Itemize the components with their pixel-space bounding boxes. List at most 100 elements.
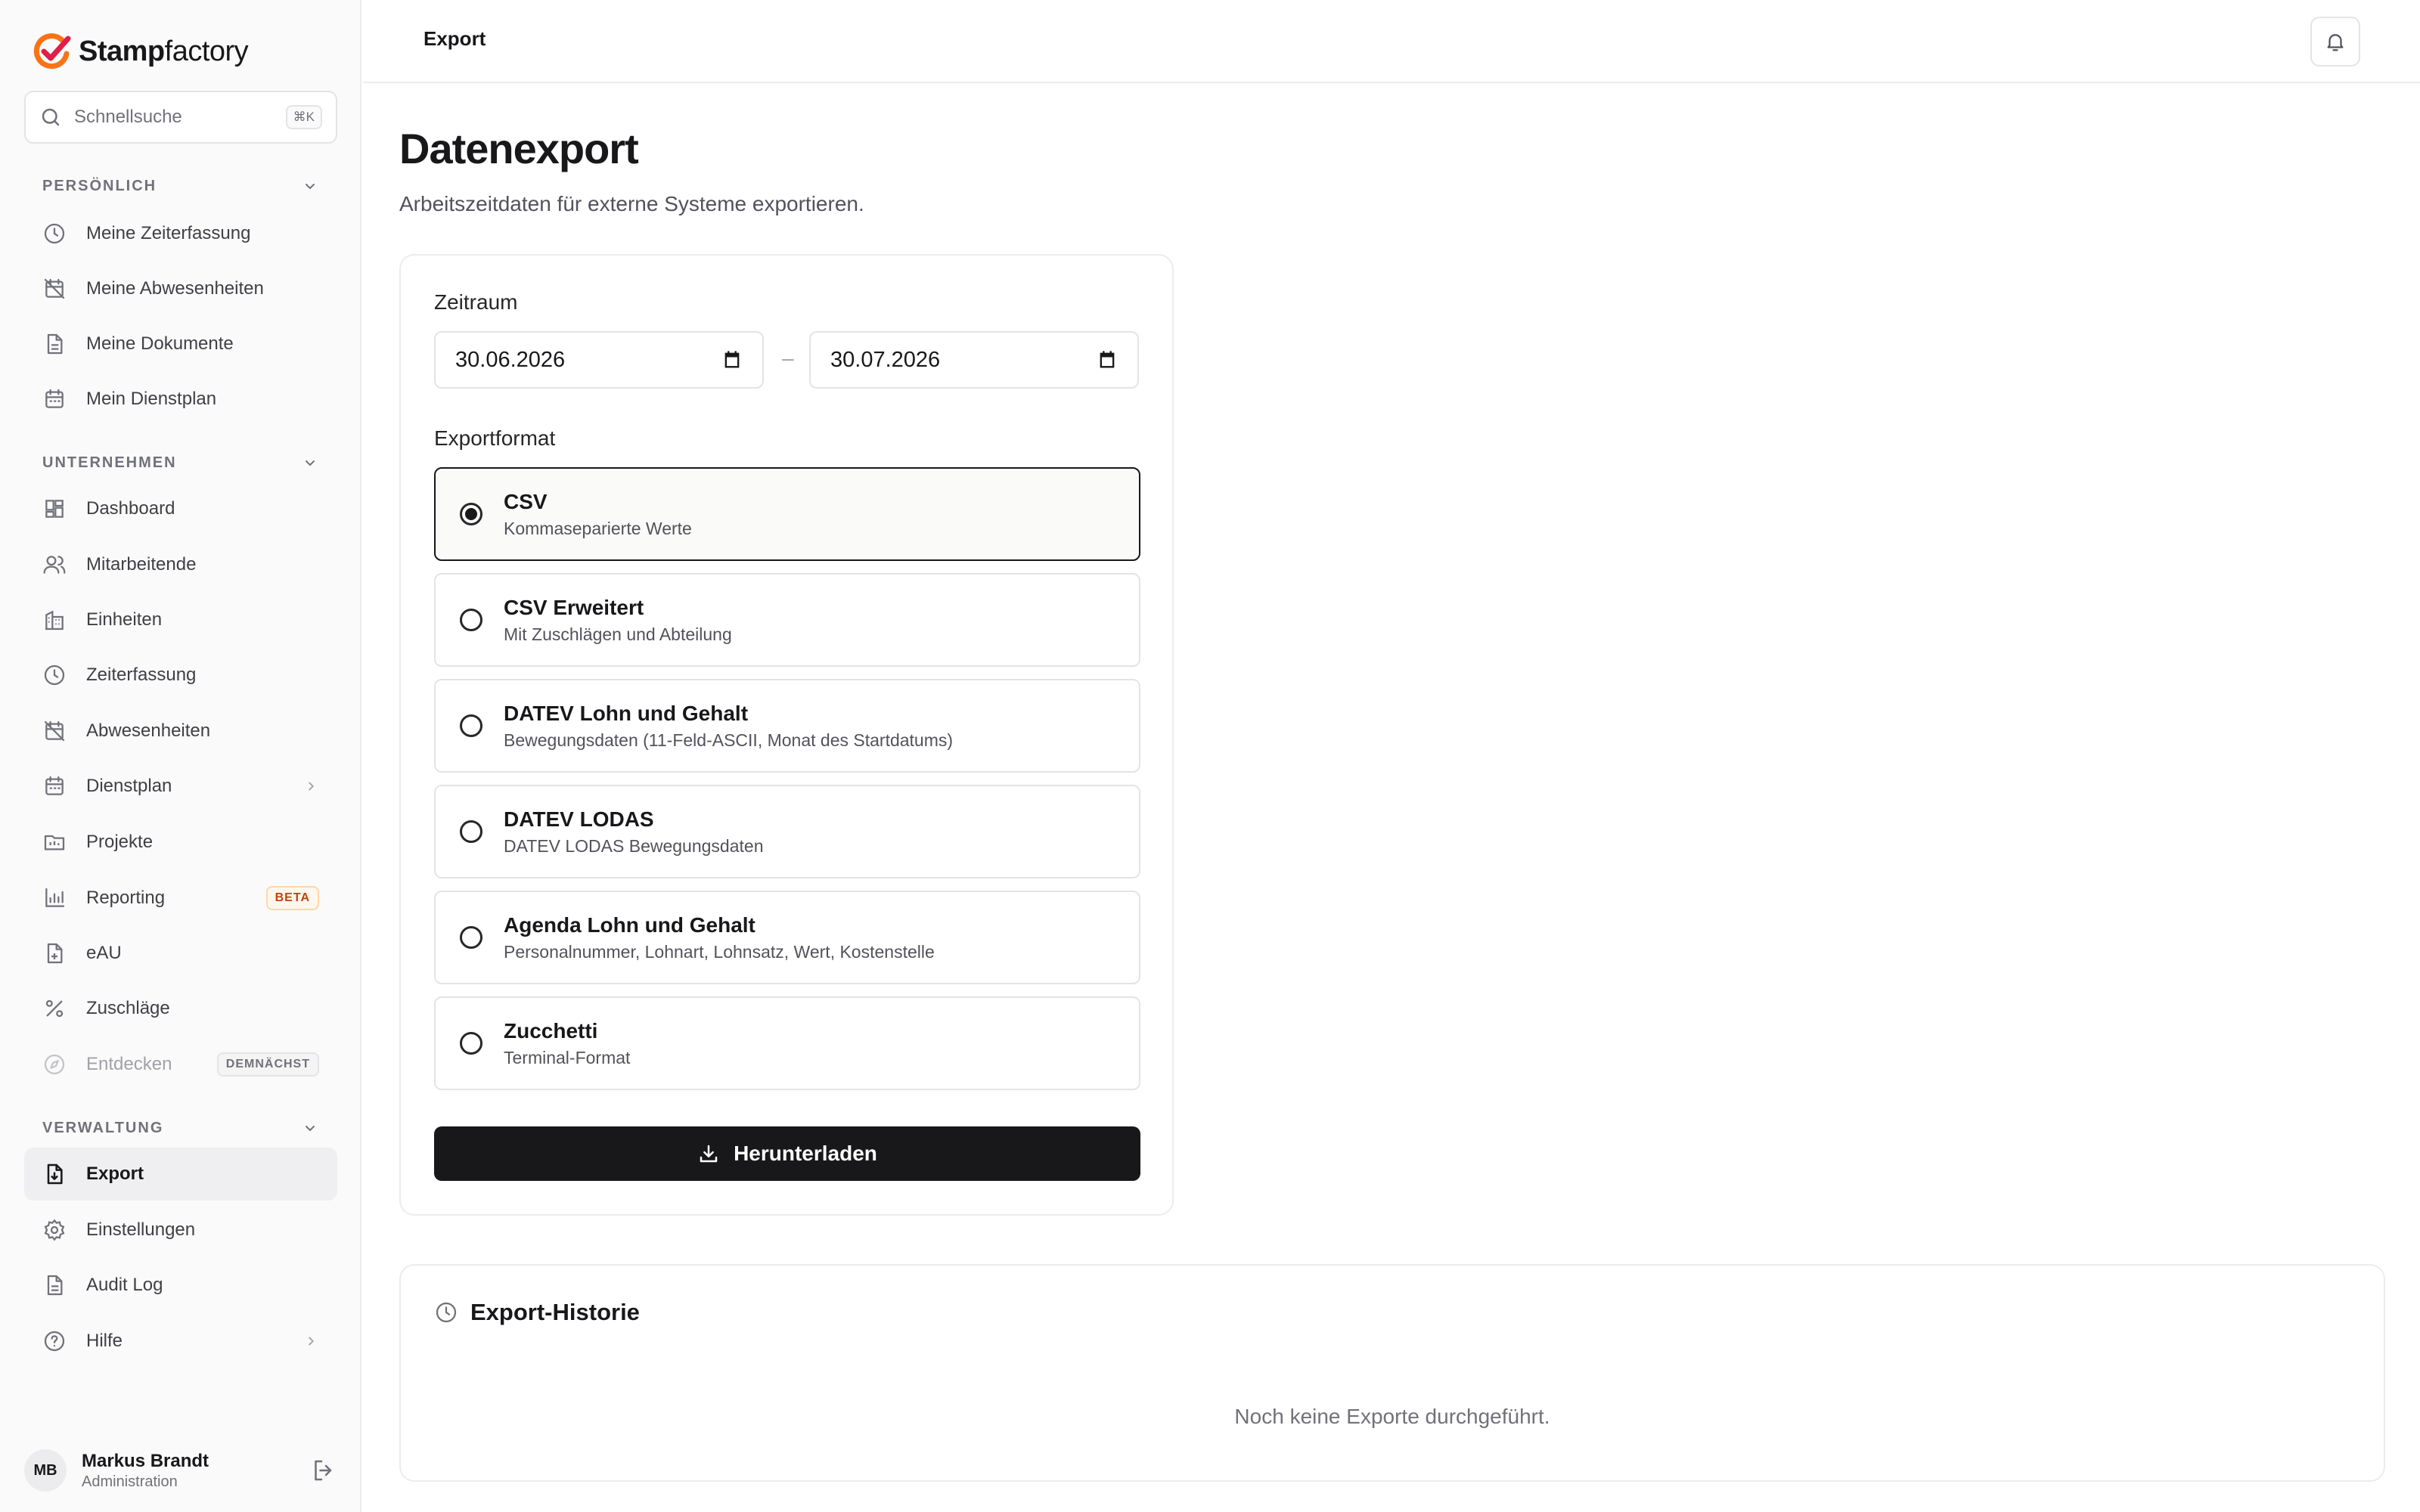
format-label: Exportformat [434,426,556,450]
sidebar-item-eau[interactable]: eAU [24,927,337,980]
radio-button[interactable] [460,926,482,949]
sidebar-item-meine-abwesenheiten[interactable]: Meine Abwesenheiten [24,262,337,315]
document-icon [47,333,63,355]
format-description: Mit Zuschlägen und Abteilung [504,624,732,644]
search-placeholder: Schnellsuche [74,107,182,127]
radio-button[interactable] [460,820,482,843]
section-header-admin[interactable]: VERWALTUNG [42,1117,319,1139]
sidebar-item-zeiterfassung[interactable]: Zeiterfassung [24,649,337,702]
brand-name: Stampfactory [79,35,249,67]
topbar: Export [363,0,2420,83]
calendar-icon[interactable] [721,349,743,370]
chevron-down-icon [306,460,315,466]
sidebar-item-entdecken[interactable]: Entdecken DEMNÄCHST [24,1038,337,1091]
chevron-right-icon [309,1337,315,1346]
clock-icon [436,1302,457,1323]
format-option-csv-erweitert[interactable]: CSV Erweitert Mit Zuschlägen und Abteilu… [434,573,1140,667]
format-description: Personalnummer, Lohnart, Lohnsatz, Wert,… [504,941,935,962]
bar-chart-icon [45,888,65,907]
chevron-down-icon [306,1126,315,1132]
calendar-off-icon [44,720,65,742]
download-icon [700,1145,718,1163]
sidebar-item-reporting[interactable]: Reporting BETA [24,872,337,925]
sidebar-item-hilfe[interactable]: Hilfe [24,1315,337,1368]
notifications-button[interactable] [2310,17,2360,67]
folder-icon [44,835,65,850]
page-title: Datenexport [399,125,639,172]
calendar-icon [45,776,64,795]
radio-button[interactable] [460,503,482,525]
stampfactory-logo-icon [33,33,71,70]
format-option-datev-lodas[interactable]: DATEV LODAS DATEV LODAS Bewegungsdaten [434,785,1140,878]
period-label: Zeitraum [434,290,518,314]
chevron-down-icon [306,184,315,190]
sidebar-item-dienstplan[interactable]: Dienstplan [24,760,337,813]
sidebar-item-zuschlaege[interactable]: Zuschläge [24,982,337,1035]
date-range-separator: – [782,346,794,370]
logout-icon[interactable] [310,1457,337,1484]
format-title: CSV Erweitert [504,595,644,619]
search-icon [42,108,60,126]
sidebar-item-einstellungen[interactable]: Einstellungen [24,1204,337,1256]
user-profile: MB Markus Brandt Administration [24,1444,337,1497]
format-option-zucchetti[interactable]: Zucchetti Terminal-Format [434,996,1140,1090]
coming-soon-badge: DEMNÄCHST [216,1052,319,1077]
users-icon [43,556,66,574]
document-icon [47,1275,63,1296]
sidebar-item-abwesenheiten[interactable]: Abwesenheiten [24,705,337,758]
quick-search-input[interactable]: Schnellsuche ⌘K [24,91,337,144]
compass-icon [44,1054,65,1075]
export-history-header: Export-Historie [434,1299,640,1326]
radio-button[interactable] [460,1032,482,1055]
format-title: DATEV Lohn und Gehalt [504,701,749,725]
format-title: CSV [504,489,548,513]
section-header-company[interactable]: UNTERNEHMEN [42,451,319,474]
export-history-empty-state: Noch keine Exporte durchgeführt. [1234,1405,1550,1428]
clock-icon [44,665,65,686]
format-description: Kommaseparierte Werte [504,518,692,538]
calendar-icon [45,389,64,408]
clock-icon [44,223,65,244]
date-from-input[interactable]: 30.06.2026 [434,331,764,389]
radio-button[interactable] [460,714,482,737]
format-description: DATEV LODAS Bewegungsdaten [504,835,764,856]
radio-selected-dot [465,508,477,520]
format-title: Zucchetti [504,1018,598,1043]
beta-badge: BETA [265,886,319,910]
sidebar-item-audit-log[interactable]: Audit Log [24,1259,337,1312]
dashboard-icon [45,500,64,518]
file-medical-icon [47,943,63,964]
brand-logo[interactable]: Stampfactory [32,30,249,73]
percent-icon [45,999,64,1018]
date-to-input[interactable]: 30.07.2026 [809,331,1139,389]
sidebar-item-mitarbeitende[interactable]: Mitarbeitende [24,538,337,591]
sidebar-item-meine-dokumente[interactable]: Meine Dokumente [24,318,337,370]
export-history-card: Export-Historie Noch keine Exporte durch… [399,1264,2385,1482]
format-option-agenda[interactable]: Agenda Lohn und Gehalt Personalnummer, L… [434,891,1140,984]
avatar[interactable]: MB [24,1449,67,1492]
building-icon [45,610,64,631]
section-header-personal[interactable]: PERSÖNLICH [42,175,319,197]
calendar-off-icon [44,278,65,299]
sidebar-item-export[interactable]: Export [24,1148,337,1201]
page-subtitle: Arbeitszeitdaten für externe Systeme exp… [399,192,864,215]
file-export-icon [47,1163,63,1185]
search-shortcut-badge: ⌘K [285,105,322,129]
sidebar-item-meine-zeiterfassung[interactable]: Meine Zeiterfassung [24,207,337,260]
radio-button[interactable] [460,609,482,631]
help-icon [44,1331,65,1352]
calendar-icon[interactable] [1097,349,1118,370]
sidebar-item-dashboard[interactable]: Dashboard [24,482,337,535]
sidebar-item-projekte[interactable]: Projekte [24,816,337,869]
sidebar-item-einheiten[interactable]: Einheiten [24,593,337,646]
sidebar-item-mein-dienstplan[interactable]: Mein Dienstplan [24,373,337,426]
download-button[interactable]: Herunterladen [434,1126,1140,1181]
format-option-csv[interactable]: CSV Kommaseparierte Werte [434,467,1140,561]
format-description: Terminal-Format [504,1047,631,1067]
gear-icon [44,1219,65,1241]
export-history-title: Export-Historie [470,1299,640,1325]
format-title: DATEV LODAS [504,807,654,831]
format-option-datev-lohn-gehalt[interactable]: DATEV Lohn und Gehalt Bewegungsdaten (11… [434,679,1140,773]
user-name: Markus Brandt [82,1450,209,1471]
export-form-card: Zeitraum 30.06.2026 – 30.07.2026 Exportf… [399,254,1174,1216]
